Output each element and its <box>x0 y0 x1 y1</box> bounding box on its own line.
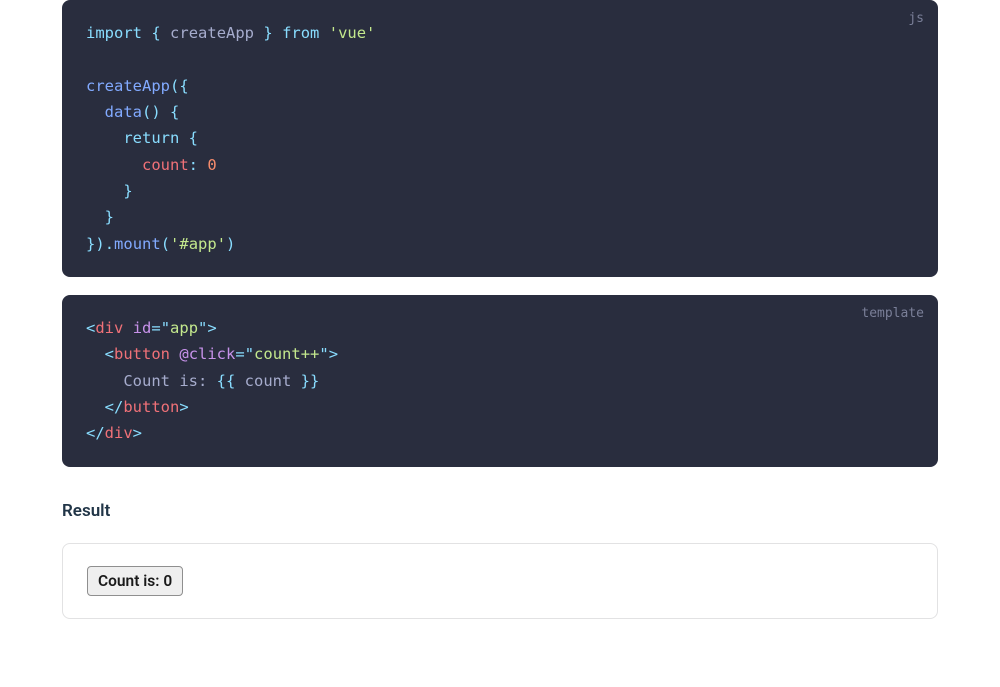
code-block-js: js import { createApp } from 'vue' creat… <box>62 0 938 277</box>
count-button[interactable]: Count is: 0 <box>87 566 183 596</box>
result-box: Count is: 0 <box>62 543 938 619</box>
code-content-template: <div id="app"> <button @click="count++">… <box>86 315 914 447</box>
code-content-js: import { createApp } from 'vue' createAp… <box>86 20 914 257</box>
code-block-template: template <div id="app"> <button @click="… <box>62 295 938 467</box>
code-lang-label-js: js <box>908 8 924 30</box>
code-lang-label-template: template <box>861 303 924 325</box>
result-heading: Result <box>62 501 938 521</box>
